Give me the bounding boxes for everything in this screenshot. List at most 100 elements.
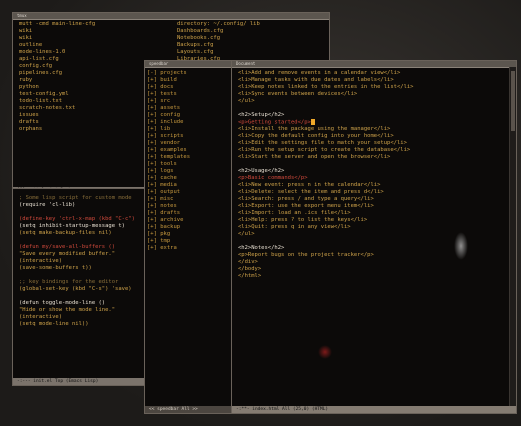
- line-text: python: [19, 84, 39, 90]
- window-titlebar[interactable]: tmux: [13, 13, 329, 20]
- tree-item[interactable]: [+] notes: [147, 203, 233, 210]
- tree-item[interactable]: [+] docs: [147, 84, 233, 91]
- tree-item[interactable]: [-] projects: [147, 70, 233, 77]
- text-line: <li>Edit the settings file to match your…: [234, 140, 506, 147]
- line-text: <li>Delete: select the item and press d<…: [238, 189, 384, 195]
- text-line: <li>Manage tasks with due dates and labe…: [234, 77, 506, 84]
- tree-item[interactable]: [+] backup: [147, 224, 233, 231]
- main-editor-window[interactable]: Document <li>Add and remove events in a …: [231, 60, 517, 414]
- tree-item[interactable]: [+] output: [147, 189, 233, 196]
- text-line: Notebooks.cfg: [173, 35, 323, 42]
- tree-item[interactable]: [+] build: [147, 77, 233, 84]
- line-text: <li>Edit the settings file to match your…: [238, 140, 407, 146]
- tree-item[interactable]: [+] archive: [147, 217, 233, 224]
- tree-item[interactable]: [+] config: [147, 112, 233, 119]
- tree-item[interactable]: [+] lib: [147, 126, 233, 133]
- text-line: ruby: [15, 77, 165, 84]
- text-line: <li>Keep notes linked to the entries in …: [234, 84, 506, 91]
- line-text: <li>Manage tasks with due dates and labe…: [238, 77, 394, 83]
- text-line: api-list.cfg: [15, 56, 165, 63]
- mode-line: -:**- index.html All (25,0) (HTML): [232, 406, 516, 413]
- line-text: [+] tmp: [147, 238, 171, 244]
- text-line: <li>New event: press n in the calendar</…: [234, 182, 506, 189]
- text-line: <h2>Notes</h2>: [234, 245, 506, 252]
- tree-item[interactable]: [+] cache: [147, 175, 233, 182]
- tree-item[interactable]: [+] vendor: [147, 140, 233, 147]
- tree-item[interactable]: [+] include: [147, 119, 233, 126]
- line-text: mode-lines-1.0: [19, 49, 66, 55]
- line-text: [+] lib: [147, 126, 171, 132]
- tree-item[interactable]: [+] assets: [147, 105, 233, 112]
- text-line: <li>Search: press / and type a query</li…: [234, 196, 506, 203]
- tree-item[interactable]: [+] tools: [147, 161, 233, 168]
- line-text: [+] notes: [147, 203, 177, 209]
- line-text: [+] archive: [147, 217, 184, 223]
- text-line: </div>: [234, 259, 506, 266]
- line-text: (defun my/save-all-buffers (): [19, 244, 116, 250]
- line-text: (interactive): [19, 258, 63, 264]
- text-line: test-config.yml: [15, 91, 165, 98]
- tree-item[interactable]: [+] extra: [147, 245, 233, 252]
- line-text: [+] src: [147, 98, 171, 104]
- line-text: (define-key 'ctrl-x-map (kbd "C-c"): [19, 216, 135, 222]
- line-text: (setq make-backup-files nil): [19, 230, 112, 236]
- editor-text-area[interactable]: <li>Add and remove events in a calendar …: [234, 70, 506, 280]
- line-text: [+] tools: [147, 161, 177, 167]
- line-text: <p>Getting started</p>: [238, 119, 311, 126]
- line-text: </div>: [238, 259, 258, 265]
- line-text: [+] include: [147, 119, 184, 125]
- line-text: </body>: [238, 266, 262, 272]
- line-text: [+] templates: [147, 154, 191, 160]
- tree-item[interactable]: [+] examples: [147, 147, 233, 154]
- file-tree[interactable]: [-] projects [+] build [+] docs [+] test…: [147, 70, 233, 252]
- text-line: [234, 238, 506, 245]
- line-text: [+] media: [147, 182, 177, 188]
- tree-item[interactable]: [+] misc: [147, 196, 233, 203]
- line-text: Layouts.cfg: [177, 49, 214, 55]
- line-text: wiki: [19, 35, 33, 41]
- line-text: api-list.cfg: [19, 56, 59, 62]
- tree-item[interactable]: [+] tests: [147, 91, 233, 98]
- text-line: </ul>: [234, 231, 506, 238]
- text-line: scratch-notes.txt: [15, 105, 165, 112]
- text-line: <li>Run the setup script to create the d…: [234, 147, 506, 154]
- line-text: ; Some lisp script for custom mode: [19, 195, 132, 201]
- tree-item[interactable]: [+] src: [147, 98, 233, 105]
- tree-item[interactable]: [+] pkg: [147, 231, 233, 238]
- tree-item[interactable]: [+] media: [147, 182, 233, 189]
- tree-item[interactable]: [+] tmp: [147, 238, 233, 245]
- line-text: test-config.yml: [19, 91, 69, 97]
- line-text: <p>Basic commands</p>: [238, 175, 308, 181]
- line-text: (save-some-buffers t)): [19, 265, 92, 271]
- line-text: mutt -cmd main-line-cfg: [19, 21, 96, 27]
- tree-item[interactable]: [+] logs: [147, 168, 233, 175]
- line-text: pipelines.cfg: [19, 70, 63, 76]
- line-text: <h2>Usage</h2>: [238, 168, 285, 174]
- text-line: [234, 161, 506, 168]
- tree-item[interactable]: [+] scripts: [147, 133, 233, 140]
- text-line: todo-list.txt: [15, 98, 165, 105]
- text-line: <li>Export: use the export menu item</li…: [234, 203, 506, 210]
- scrollbar-thumb[interactable]: [511, 71, 515, 131]
- line-text: <li>New event: press n in the calendar</…: [238, 182, 381, 188]
- text-line: <li>Install the package using the manage…: [234, 126, 506, 133]
- speedbar-status: << speedbar All >>: [145, 406, 235, 413]
- window-titlebar[interactable]: Document: [232, 61, 516, 68]
- text-line: mutt -cmd main-line-cfg: [15, 21, 165, 28]
- line-text: <h2>Setup</h2>: [238, 112, 285, 118]
- line-text: [+] backup: [147, 224, 181, 230]
- line-text: issues: [19, 112, 39, 118]
- window-titlebar[interactable]: speedbar: [145, 61, 235, 68]
- speedbar-window[interactable]: speedbar [-] projects [+] build [+] docs…: [144, 60, 236, 414]
- line-text: <li>Import: load an .ics file</li>: [238, 210, 351, 216]
- tree-item[interactable]: [+] templates: [147, 154, 233, 161]
- line-text: <li>Quit: press q in any view</li>: [238, 224, 351, 230]
- tree-item[interactable]: [+] drafts: [147, 210, 233, 217]
- line-text: [+] assets: [147, 105, 181, 111]
- vertical-scrollbar[interactable]: [509, 67, 516, 413]
- line-text: [+] scripts: [147, 133, 184, 139]
- text-line: orphans: [15, 126, 165, 133]
- line-text: <li>Help: press ? to list the keys</li>: [238, 217, 368, 223]
- line-text: "Hide or show the mode line.": [19, 307, 116, 313]
- line-text: [+] config: [147, 112, 181, 118]
